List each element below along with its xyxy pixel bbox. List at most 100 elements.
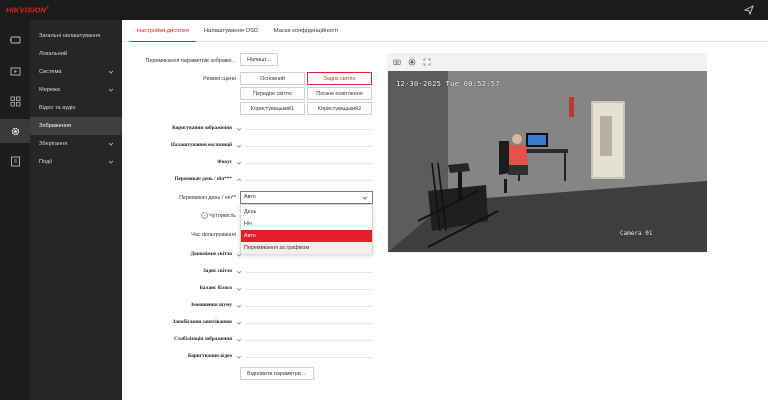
scene-lowlight-button[interactable]: Погане освітлення xyxy=(307,87,372,100)
chevron-down-icon xyxy=(108,88,114,92)
chevron-down-icon xyxy=(108,160,114,164)
rail-info-button[interactable] xyxy=(0,149,30,173)
section-image-stabilization[interactable]: Стабілізація зображення xyxy=(140,336,232,342)
sidebar-item-events[interactable]: Події xyxy=(30,153,122,171)
sidebar-item-network[interactable]: Мережа xyxy=(30,81,122,99)
osd-camera-name: Camera 01 xyxy=(620,230,653,237)
rail-configuration-button[interactable] xyxy=(0,119,30,143)
section-backlight[interactable]: Заднє світло xyxy=(140,268,232,274)
section-divider xyxy=(246,340,372,341)
apps-grid-icon xyxy=(10,96,20,106)
section-day-night[interactable]: Перемикач день / ніч*** xyxy=(140,176,232,182)
playback-icon xyxy=(10,67,20,75)
chevron-down-icon[interactable] xyxy=(236,252,242,258)
section-divider xyxy=(246,129,372,130)
chevron-down-icon[interactable] xyxy=(236,320,242,326)
sidebar-item-label: Загальні налаштування xyxy=(39,33,101,39)
scene-custom2-button[interactable]: Користувацький2 xyxy=(307,102,372,115)
sidebar: Загальні налаштування Локальний Система … xyxy=(30,20,122,400)
tab-privacy-mask[interactable]: Маска конфіденційності xyxy=(266,20,346,42)
tab-osd-settings[interactable]: Налаштування OSD xyxy=(200,20,262,42)
sidebar-item-video-audio[interactable]: Відео та аудіо xyxy=(30,99,122,117)
room-scene-image xyxy=(388,71,707,252)
share-icon[interactable] xyxy=(744,5,754,15)
chevron-down-icon xyxy=(108,70,114,74)
option-auto[interactable]: Авто xyxy=(241,230,372,242)
restore-defaults-button[interactable]: Відновити параметри ... xyxy=(240,367,314,380)
day-night-select[interactable]: Авто xyxy=(240,191,373,204)
sidebar-item-label: Мережа xyxy=(39,87,60,93)
gear-icon xyxy=(11,127,19,135)
sidebar-item-local[interactable]: Локальний xyxy=(30,45,122,63)
chevron-down-icon[interactable] xyxy=(236,143,242,149)
sidebar-item-label: Зображення xyxy=(39,123,71,129)
chevron-down-icon xyxy=(108,142,114,146)
chevron-down-icon[interactable] xyxy=(236,354,242,360)
section-focus[interactable]: Фокус xyxy=(140,159,232,165)
icon-rail xyxy=(0,20,30,400)
rail-playback-button[interactable] xyxy=(0,59,30,83)
section-exposure[interactable]: Налаштування експозиції xyxy=(140,142,232,148)
sidebar-item-storage[interactable]: Зберігання xyxy=(30,135,122,153)
sidebar-item-general[interactable]: Загальні налаштування xyxy=(30,27,122,45)
chevron-down-icon[interactable] xyxy=(236,337,242,343)
tab-bar: Настройки дисплея Налаштування OSD Маска… xyxy=(122,20,768,42)
section-video-adjustment[interactable]: Коригування відео xyxy=(140,353,232,359)
option-night[interactable]: Ніч xyxy=(241,218,372,230)
scene-frontlight-button[interactable]: Передне світло xyxy=(240,87,305,100)
scene-standard-button[interactable]: Основний xyxy=(240,72,305,85)
chevron-up-icon[interactable] xyxy=(236,177,242,183)
section-defog[interactable]: Запобігання запотіванню xyxy=(140,319,232,325)
sidebar-item-label: Події xyxy=(39,159,53,165)
day-night-value: Авто xyxy=(244,194,256,200)
switch-params-label: Перемикання параметрів зображе... xyxy=(145,58,237,64)
sensitivity-label: Чутливість xyxy=(209,213,236,219)
section-noise-reduction[interactable]: Зменшення шуму xyxy=(140,302,232,308)
section-white-balance[interactable]: Баланс білого xyxy=(140,285,232,291)
section-supplement-light[interactable]: Допоміжне світло xyxy=(140,251,232,257)
rail-apps-button[interactable] xyxy=(0,89,30,113)
osd-timestamp: 12-30-2025 Tue 00:52:57 xyxy=(396,80,500,88)
scene-backlight-button[interactable]: Заднє світло xyxy=(307,72,372,85)
sidebar-item-label: Локальний xyxy=(39,51,67,57)
section-divider xyxy=(246,180,372,181)
record-icon[interactable] xyxy=(408,58,416,66)
scene-mode-label: Режим сцени xyxy=(203,76,236,82)
day-night-label: Перемикач день / ніч** xyxy=(179,195,236,201)
scene-custom1-button[interactable]: Користувацький1 xyxy=(240,102,305,115)
chevron-down-icon[interactable] xyxy=(236,269,242,275)
chevron-down-icon[interactable] xyxy=(236,286,242,292)
section-divider xyxy=(246,357,372,358)
chevron-down-icon[interactable] xyxy=(236,303,242,309)
sidebar-item-label: Відео та аудіо xyxy=(39,105,76,111)
chevron-down-icon[interactable] xyxy=(236,126,242,132)
section-divider xyxy=(246,289,372,290)
rail-live-view-button[interactable] xyxy=(0,28,30,52)
option-schedule[interactable]: Перемикання за графіком xyxy=(241,242,372,254)
chevron-down-icon xyxy=(362,196,368,200)
info-panel-icon xyxy=(10,156,20,166)
switch-params-button[interactable]: Налашт... xyxy=(240,53,278,66)
day-night-dropdown: День Ніч Авто Перемикання за графіком xyxy=(240,204,373,254)
camera-snapshot-icon[interactable] xyxy=(393,58,401,66)
chevron-down-icon[interactable] xyxy=(236,160,242,166)
sidebar-item-label: Зберігання xyxy=(39,141,68,147)
section-divider xyxy=(246,272,372,273)
section-divider xyxy=(246,306,372,307)
option-day[interactable]: День xyxy=(241,206,372,218)
top-bar: HIKVISION® xyxy=(0,0,768,20)
sidebar-item-system[interactable]: Система xyxy=(30,63,122,81)
filter-time-label: Час фільтрування xyxy=(191,232,236,238)
sidebar-item-label: Система xyxy=(39,69,62,75)
live-view-icon xyxy=(9,36,20,43)
section-divider xyxy=(246,146,372,147)
section-image-adjustment[interactable]: Коригування зображення xyxy=(140,125,232,131)
section-divider xyxy=(246,323,372,324)
section-divider xyxy=(246,255,372,256)
live-video-preview[interactable] xyxy=(388,71,707,252)
section-divider xyxy=(246,163,372,164)
tab-display-settings[interactable]: Настройки дисплея xyxy=(130,20,196,42)
fullscreen-icon[interactable] xyxy=(423,58,431,66)
hikvision-logo: HIKVISION® xyxy=(6,5,50,15)
sidebar-item-image[interactable]: Зображення xyxy=(30,117,122,135)
